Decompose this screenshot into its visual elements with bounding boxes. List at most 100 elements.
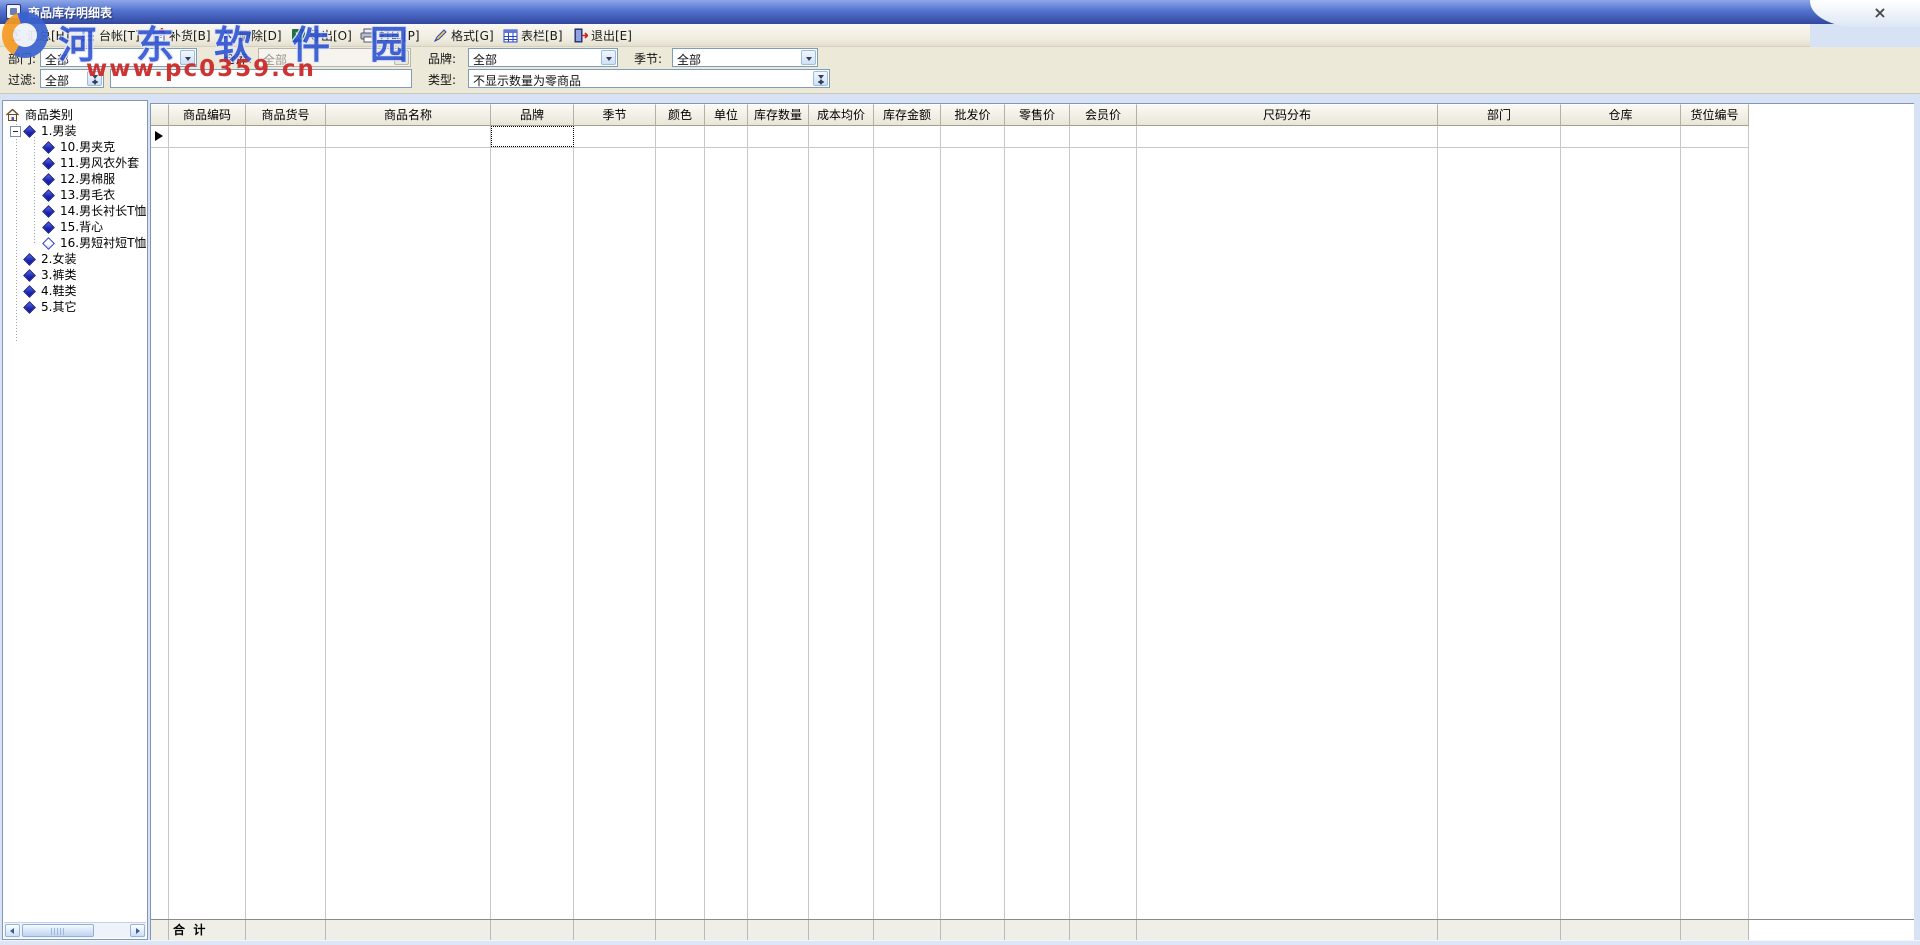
- spinner-icon[interactable]: [87, 71, 102, 86]
- tree-item-menswear[interactable]: 1.男装: [3, 123, 147, 139]
- column-header[interactable]: 零售价: [1005, 104, 1070, 126]
- category-tree-panel: 商品类别 1.男装 10.男夹克 11.男风衣外套 12.男棉服 13.男毛衣 …: [2, 100, 148, 940]
- chevron-down-icon: [394, 50, 409, 65]
- column-header[interactable]: 库存金额: [874, 104, 941, 126]
- titlebar-swoosh: [1810, 0, 1920, 27]
- column-header[interactable]: 库存数量: [748, 104, 809, 126]
- category-diamond-icon: [42, 140, 55, 154]
- category-diamond-icon: [42, 188, 55, 202]
- home-icon: [6, 108, 19, 121]
- total-label: 合 计: [169, 920, 246, 941]
- grid-total-row: 合 计: [151, 919, 1914, 941]
- tree-horizontal-scrollbar[interactable]: [4, 922, 146, 938]
- bottom-edge: [0, 940, 1920, 945]
- app-window: 商品库存明细表 × Σ 汇总[H] 台帐[T] 补货[B] ✕ 删除[D] X: [0, 0, 1920, 945]
- column-header[interactable]: 货位编号: [1681, 104, 1749, 126]
- tree-item[interactable]: 3.裤类: [3, 267, 147, 283]
- chevron-down-icon[interactable]: [601, 50, 616, 65]
- filter-row-2: 过滤: 全部 类型: 不显示数量为零商品: [0, 68, 1920, 94]
- tree-item[interactable]: 14.男长衬长T恤: [3, 203, 147, 219]
- quick-filter-input[interactable]: [110, 69, 412, 88]
- restock-button[interactable]: 补货[B]: [146, 25, 215, 46]
- tree-item[interactable]: 10.男夹克: [3, 139, 147, 155]
- tree-root[interactable]: 商品类别: [3, 107, 147, 123]
- scroll-left-icon[interactable]: [5, 924, 20, 937]
- warehouse-select: 全部: [258, 48, 411, 67]
- format-button[interactable]: 格式[G]: [428, 25, 498, 46]
- first-row-divider: [151, 147, 1749, 148]
- warehouse-label: 仓库:: [224, 52, 253, 66]
- grid-body[interactable]: [151, 126, 1914, 919]
- category-diamond-icon: [23, 252, 36, 266]
- column-header[interactable]: 批发价: [941, 104, 1005, 126]
- column-header[interactable]: 商品编码: [169, 104, 246, 126]
- exit-button[interactable]: 退出[E]: [568, 25, 636, 46]
- column-header[interactable]: 商品货号: [246, 104, 326, 126]
- tree-item[interactable]: 11.男风衣外套: [3, 155, 147, 171]
- columns-button[interactable]: 表栏[B]: [498, 25, 567, 46]
- tree-item[interactable]: 12.男棉服: [3, 171, 147, 187]
- current-row-marker-icon: [155, 131, 163, 141]
- scrollbar-thumb[interactable]: [22, 924, 94, 937]
- row-marker-header: [151, 104, 169, 126]
- restock-icon: [150, 28, 166, 44]
- category-diamond-open-icon: [42, 236, 55, 250]
- type-select[interactable]: 不显示数量为零商品: [468, 69, 830, 88]
- chevron-down-icon[interactable]: [180, 50, 195, 65]
- column-header[interactable]: 品牌: [491, 104, 574, 126]
- quick-filter-label: 过滤:: [8, 73, 37, 87]
- season-select[interactable]: 全部: [672, 48, 818, 67]
- column-header[interactable]: 会员价: [1070, 104, 1137, 126]
- delete-x-icon: ✕: [222, 27, 234, 44]
- category-diamond-icon: [42, 204, 55, 218]
- close-button[interactable]: ×: [1870, 4, 1890, 22]
- collapse-icon[interactable]: [10, 125, 21, 137]
- type-label: 类型:: [428, 73, 457, 87]
- tree-item[interactable]: 13.男毛衣: [3, 187, 147, 203]
- titlebar: 商品库存明细表 ×: [0, 0, 1920, 27]
- printer-icon: [360, 28, 376, 44]
- column-header[interactable]: 部门: [1438, 104, 1561, 126]
- grid-header-row: 商品编码 商品货号 商品名称 品牌 季节 颜色 单位 库存数量 成本均价 库存金…: [151, 104, 1914, 126]
- department-select[interactable]: 全部: [40, 48, 197, 67]
- department-label: 部门:: [8, 52, 37, 66]
- column-header[interactable]: 成本均价: [809, 104, 874, 126]
- app-icon: [6, 4, 21, 19]
- sigma-icon: Σ: [10, 26, 22, 45]
- column-header[interactable]: 颜色: [656, 104, 705, 126]
- pencil-icon: [432, 28, 448, 44]
- column-header[interactable]: 季节: [574, 104, 656, 126]
- tree-item[interactable]: 15.背心: [3, 219, 147, 235]
- table-grid-icon: [502, 28, 518, 44]
- summary-button[interactable]: Σ 汇总[H]: [4, 25, 73, 46]
- exit-door-icon: [572, 28, 588, 44]
- excel-icon: X: [290, 28, 306, 44]
- column-header[interactable]: 尺码分布: [1137, 104, 1438, 126]
- svg-text:X: X: [295, 32, 302, 43]
- tree-item-selected[interactable]: 16.男短衬短T恤: [3, 235, 147, 251]
- tree-item[interactable]: 4.鞋类: [3, 283, 147, 299]
- focused-cell[interactable]: [491, 126, 574, 147]
- column-header[interactable]: 单位: [705, 104, 748, 126]
- ledger-icon: [80, 28, 96, 44]
- ledger-button[interactable]: 台帐[T]: [76, 25, 144, 46]
- print-button[interactable]: 打印[P]: [356, 25, 424, 46]
- season-label: 季节:: [634, 52, 663, 66]
- filter-row-1: 部门: 全部 仓库: 全部 品牌: 全部 季节: 全部: [0, 47, 1920, 68]
- category-diamond-icon: [42, 172, 55, 186]
- column-header[interactable]: 商品名称: [326, 104, 491, 126]
- tree-item[interactable]: 5.其它: [3, 299, 147, 315]
- quick-filter-select[interactable]: 全部: [40, 69, 104, 88]
- tree-item[interactable]: 2.女装: [3, 251, 147, 267]
- category-diamond-icon: [42, 220, 55, 234]
- chevron-down-icon[interactable]: [801, 50, 816, 65]
- category-diamond-icon: [23, 268, 36, 282]
- spinner-icon[interactable]: [813, 71, 828, 86]
- export-button[interactable]: X 导出[O]: [286, 25, 356, 46]
- scroll-right-icon[interactable]: [130, 924, 145, 937]
- toolbar: Σ 汇总[H] 台帐[T] 补货[B] ✕ 删除[D] X 导出[O] 打印[P…: [0, 24, 1810, 47]
- brand-label: 品牌:: [428, 52, 457, 66]
- delete-button[interactable]: ✕ 删除[D]: [216, 25, 286, 46]
- column-header[interactable]: 仓库: [1561, 104, 1681, 126]
- brand-select[interactable]: 全部: [468, 48, 618, 67]
